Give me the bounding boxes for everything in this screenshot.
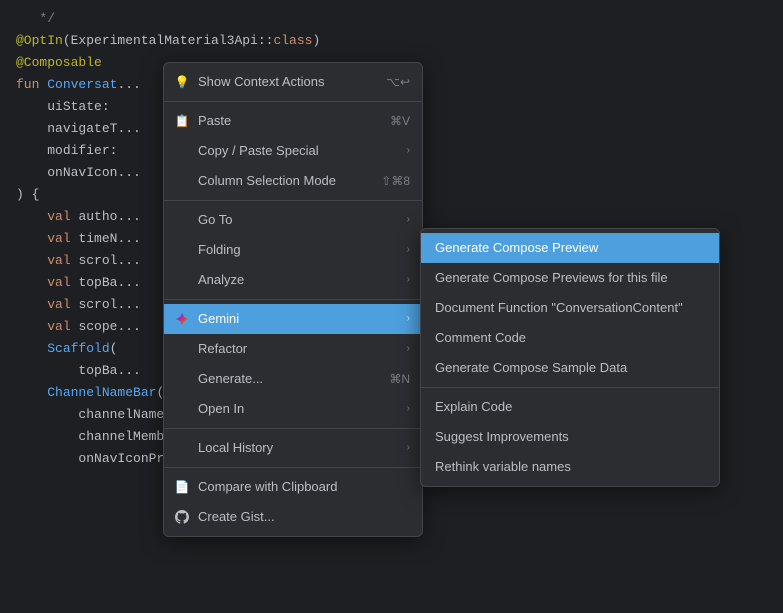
context-menu: 💡 Show Context Actions ⌥↩ 📋 Paste ⌘V Cop… bbox=[163, 62, 423, 537]
empty-icon bbox=[174, 242, 190, 258]
code-line: */ bbox=[16, 8, 767, 30]
menu-separator bbox=[164, 200, 422, 201]
bulb-icon: 💡 bbox=[174, 74, 190, 90]
menu-item-folding[interactable]: Folding › bbox=[164, 235, 422, 265]
submenu-item-generate-compose-sample[interactable]: Generate Compose Sample Data bbox=[421, 353, 719, 383]
gemini-icon bbox=[174, 311, 190, 327]
menu-item-open-in[interactable]: Open In › bbox=[164, 394, 422, 424]
submenu-arrow: › bbox=[407, 140, 410, 162]
submenu-arrow: › bbox=[407, 269, 410, 291]
menu-item-go-to[interactable]: Go To › bbox=[164, 205, 422, 235]
empty-icon bbox=[174, 371, 190, 387]
menu-item-generate[interactable]: Generate... ⌘N bbox=[164, 364, 422, 394]
menu-item-local-history[interactable]: Local History › bbox=[164, 433, 422, 463]
menu-item-copy-paste-special[interactable]: Copy / Paste Special › bbox=[164, 136, 422, 166]
empty-icon bbox=[174, 143, 190, 159]
menu-separator bbox=[164, 299, 422, 300]
submenu-arrow: › bbox=[407, 437, 410, 459]
submenu-item-suggest-improvements[interactable]: Suggest Improvements bbox=[421, 422, 719, 452]
empty-icon bbox=[174, 272, 190, 288]
empty-icon bbox=[174, 401, 190, 417]
submenu-separator bbox=[421, 387, 719, 388]
submenu-item-generate-compose-previews-file[interactable]: Generate Compose Previews for this file bbox=[421, 263, 719, 293]
empty-icon bbox=[174, 212, 190, 228]
submenu-item-rethink-variable[interactable]: Rethink variable names bbox=[421, 452, 719, 482]
empty-icon bbox=[174, 341, 190, 357]
compare-icon: 📄 bbox=[174, 479, 190, 495]
code-line: @OptIn(ExperimentalMaterial3Api::class) bbox=[16, 30, 767, 52]
menu-item-create-gist[interactable]: Create Gist... bbox=[164, 502, 422, 532]
submenu-arrow: › bbox=[407, 308, 410, 330]
empty-icon bbox=[174, 173, 190, 189]
submenu-arrow: › bbox=[407, 239, 410, 261]
menu-separator bbox=[164, 467, 422, 468]
empty-icon bbox=[174, 440, 190, 456]
menu-item-paste[interactable]: 📋 Paste ⌘V bbox=[164, 106, 422, 136]
menu-item-column-selection[interactable]: Column Selection Mode ⇧⌘8 bbox=[164, 166, 422, 196]
gemini-submenu: Generate Compose Preview Generate Compos… bbox=[420, 228, 720, 487]
submenu-item-document-function[interactable]: Document Function "ConversationContent" bbox=[421, 293, 719, 323]
submenu-item-comment-code[interactable]: Comment Code bbox=[421, 323, 719, 353]
menu-item-refactor[interactable]: Refactor › bbox=[164, 334, 422, 364]
paste-icon: 📋 bbox=[174, 113, 190, 129]
menu-item-show-context-actions[interactable]: 💡 Show Context Actions ⌥↩ bbox=[164, 67, 422, 97]
submenu-item-explain-code[interactable]: Explain Code bbox=[421, 392, 719, 422]
menu-separator bbox=[164, 428, 422, 429]
github-icon bbox=[174, 509, 190, 525]
menu-item-compare-clipboard[interactable]: 📄 Compare with Clipboard bbox=[164, 472, 422, 502]
submenu-arrow: › bbox=[407, 338, 410, 360]
menu-item-gemini[interactable]: Gemini › bbox=[164, 304, 422, 334]
submenu-arrow: › bbox=[407, 398, 410, 420]
menu-item-analyze[interactable]: Analyze › bbox=[164, 265, 422, 295]
menu-separator bbox=[164, 101, 422, 102]
submenu-arrow: › bbox=[407, 209, 410, 231]
submenu-item-generate-compose-preview[interactable]: Generate Compose Preview bbox=[421, 233, 719, 263]
